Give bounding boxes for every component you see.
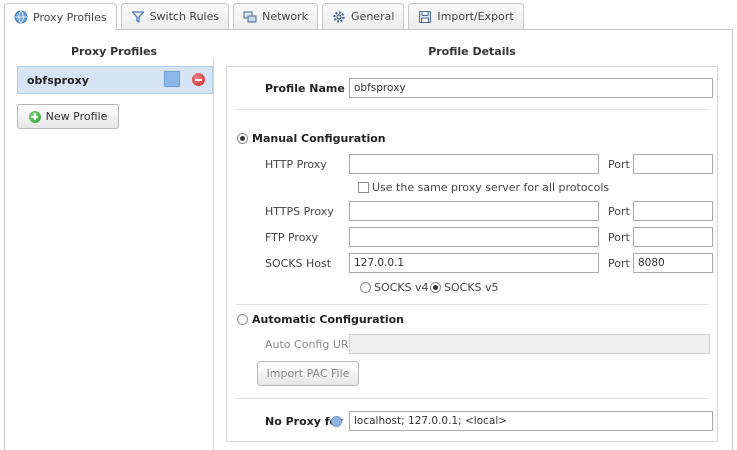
filter-icon (131, 10, 145, 24)
auto-config-url-input[interactable] (349, 334, 710, 354)
auto-config-label: Automatic Configuration (252, 313, 405, 326)
new-profile-label: New Profile (45, 110, 108, 123)
socks-host-label: SOCKS Host (265, 257, 332, 270)
manual-config-label: Manual Configuration (252, 132, 386, 145)
socks-host-input[interactable]: 127.0.0.1 (349, 253, 599, 273)
same-proxy-checkbox[interactable] (358, 182, 369, 193)
separator (236, 304, 709, 305)
separator (236, 109, 709, 110)
gear-icon (332, 10, 346, 24)
http-proxy-input[interactable] (349, 154, 599, 174)
tab-label: Import/Export (437, 10, 514, 23)
http-port-input[interactable] (633, 154, 713, 174)
profile-name-label: Profile Name (265, 82, 345, 95)
import-pac-label: Import PAC File (266, 367, 350, 380)
manual-config-radio[interactable] (237, 133, 248, 144)
socks-v4-label: SOCKS v4 (374, 281, 429, 294)
http-port-label: Port (608, 158, 630, 171)
auto-config-radio[interactable] (237, 314, 248, 325)
help-icon[interactable] (331, 416, 342, 427)
ftp-proxy-label: FTP Proxy (265, 231, 319, 244)
ftp-proxy-input[interactable] (349, 227, 599, 247)
profile-color-swatch[interactable] (164, 71, 180, 87)
https-port-label: Port (608, 205, 630, 218)
https-proxy-label: HTTPS Proxy (265, 205, 334, 218)
no-proxy-input[interactable]: localhost; 127.0.0.1; <local> (349, 411, 713, 431)
tab-import-export[interactable]: Import/Export (408, 3, 524, 29)
profile-list-item[interactable]: obfsproxy (17, 66, 213, 94)
new-profile-button[interactable]: New Profile (17, 104, 119, 129)
floppy-icon (418, 10, 432, 24)
delete-profile-icon[interactable] (192, 73, 205, 86)
network-icon (243, 10, 257, 24)
import-pac-button[interactable]: Import PAC File (257, 361, 359, 386)
socks-port-input[interactable]: 8080 (633, 253, 713, 273)
tab-label: General (351, 10, 395, 23)
ftp-port-input[interactable] (633, 227, 713, 247)
https-port-input[interactable] (633, 201, 713, 221)
socks-v4-radio[interactable] (360, 282, 371, 293)
tab-general[interactable]: General (322, 3, 405, 29)
https-proxy-input[interactable] (349, 201, 599, 221)
tab-bar: Proxy Profiles Switch Rules Network Gene… (4, 3, 524, 30)
tab-label: Switch Rules (149, 10, 220, 23)
proxy-profiles-heading: Proxy Profiles (70, 45, 158, 58)
globe-icon (14, 10, 28, 24)
panel-divider (213, 58, 214, 450)
tab-switch-rules[interactable]: Switch Rules (120, 3, 230, 29)
socks-v5-radio[interactable] (430, 282, 441, 293)
tab-label: Proxy Profiles (33, 10, 107, 24)
profile-item-name: obfsproxy (27, 73, 89, 87)
profile-details-heading: Profile Details (428, 45, 516, 58)
tab-network[interactable]: Network (233, 3, 319, 29)
separator (236, 398, 709, 399)
tab-label: Network (262, 10, 309, 23)
add-icon (28, 110, 41, 123)
ftp-port-label: Port (608, 231, 630, 244)
profile-name-input[interactable]: obfsproxy (349, 78, 713, 98)
http-proxy-label: HTTP Proxy (265, 158, 327, 171)
tab-proxy-profiles[interactable]: Proxy Profiles (4, 3, 117, 30)
socks-port-label: Port (608, 257, 630, 270)
socks-v5-label: SOCKS v5 (444, 281, 499, 294)
auto-config-url-label: Auto Config URL (265, 338, 355, 351)
same-proxy-label: Use the same proxy server for all protoc… (372, 181, 610, 194)
